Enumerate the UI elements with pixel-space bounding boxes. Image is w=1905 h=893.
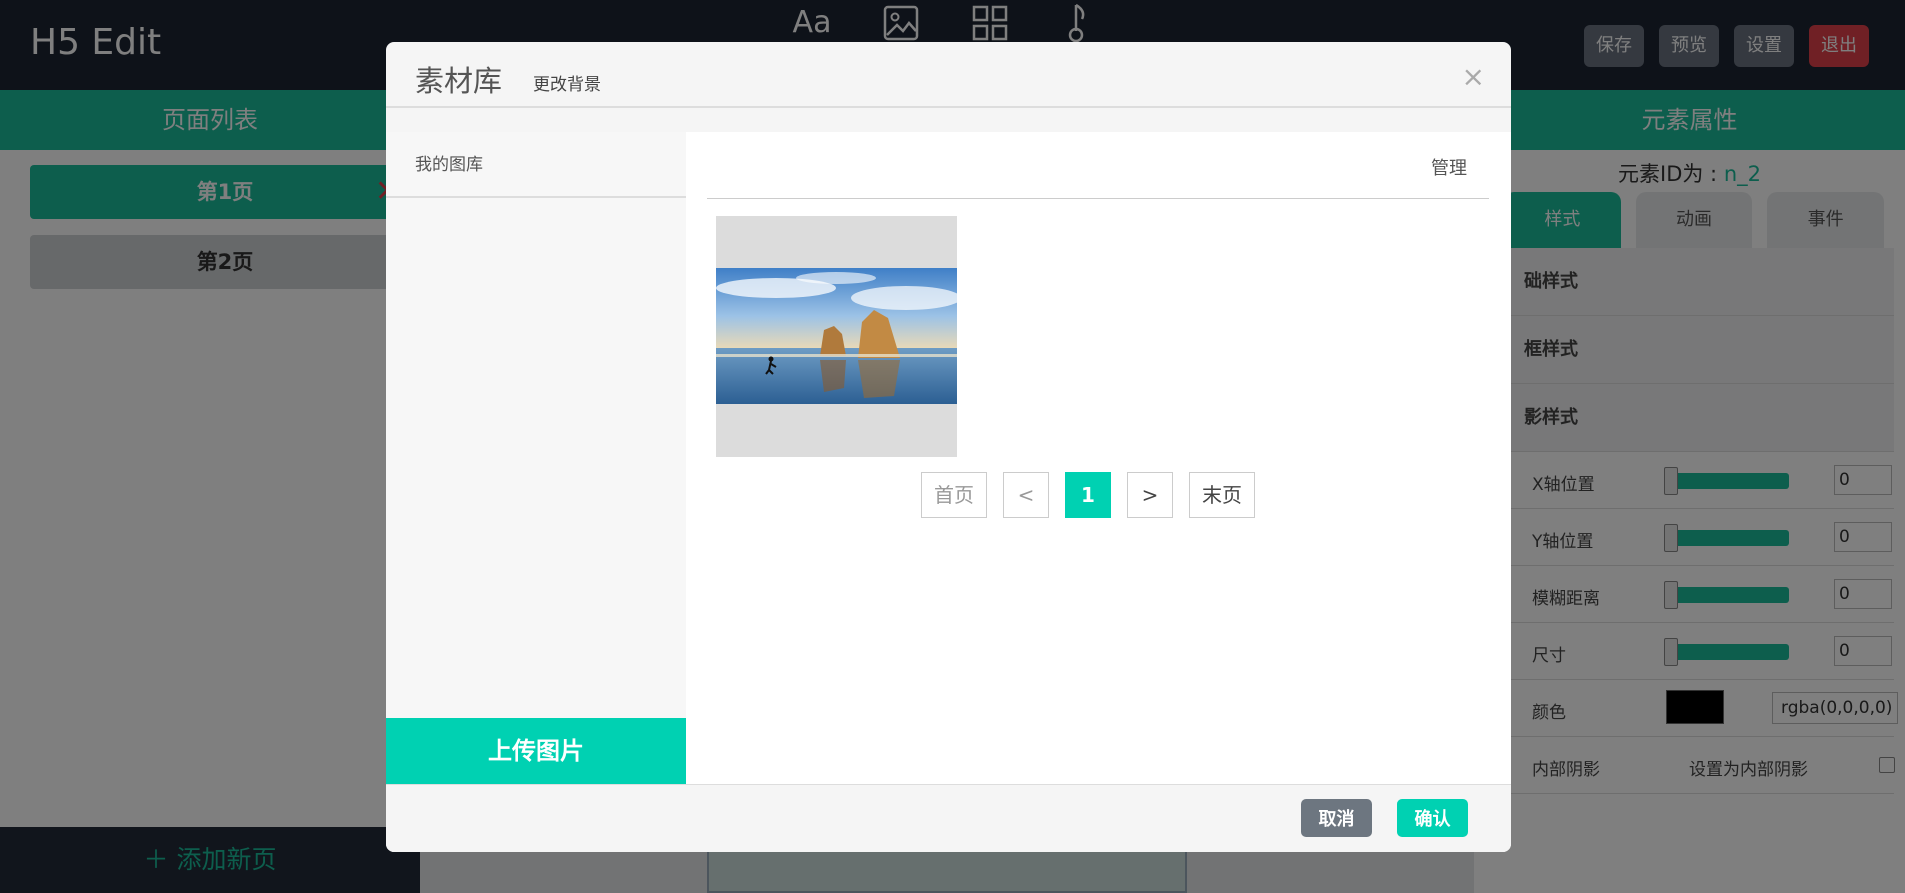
library-toolbar: 管理 xyxy=(707,132,1489,199)
landscape-image xyxy=(716,268,957,404)
modal-title: 素材库 xyxy=(415,64,503,98)
sidebar-item-my-gallery[interactable]: 我的图库 xyxy=(386,132,686,198)
next-page-button[interactable]: > xyxy=(1127,472,1173,518)
library-sidebar: 我的图库 上传图片 xyxy=(386,132,686,784)
upload-image-button[interactable]: 上传图片 xyxy=(386,718,686,784)
pagination: 首页 < 1 > 末页 xyxy=(921,472,1255,518)
first-page-button[interactable]: 首页 xyxy=(921,472,987,518)
last-page-button[interactable]: 末页 xyxy=(1189,472,1255,518)
close-icon[interactable]: × xyxy=(1462,60,1485,93)
modal-header: 素材库 更改背景 × xyxy=(386,42,1511,108)
confirm-button[interactable]: 确认 xyxy=(1397,799,1468,837)
modal-subtitle: 更改背景 xyxy=(533,75,601,95)
cancel-button[interactable]: 取消 xyxy=(1301,799,1372,837)
manage-link[interactable]: 管理 xyxy=(1431,154,1467,180)
prev-page-button[interactable]: < xyxy=(1003,472,1049,518)
image-thumbnail[interactable] xyxy=(716,216,957,457)
current-page-button[interactable]: 1 xyxy=(1065,472,1111,518)
library-main: 管理 首页 < 1 > 末页 xyxy=(686,132,1511,784)
material-library-modal: 素材库 更改背景 × 我的图库 上传图片 管理 首页 < 1 > 末页 取消 确… xyxy=(386,42,1511,852)
scrollbar[interactable] xyxy=(1895,90,1905,893)
modal-footer: 取消 确认 xyxy=(386,784,1511,852)
